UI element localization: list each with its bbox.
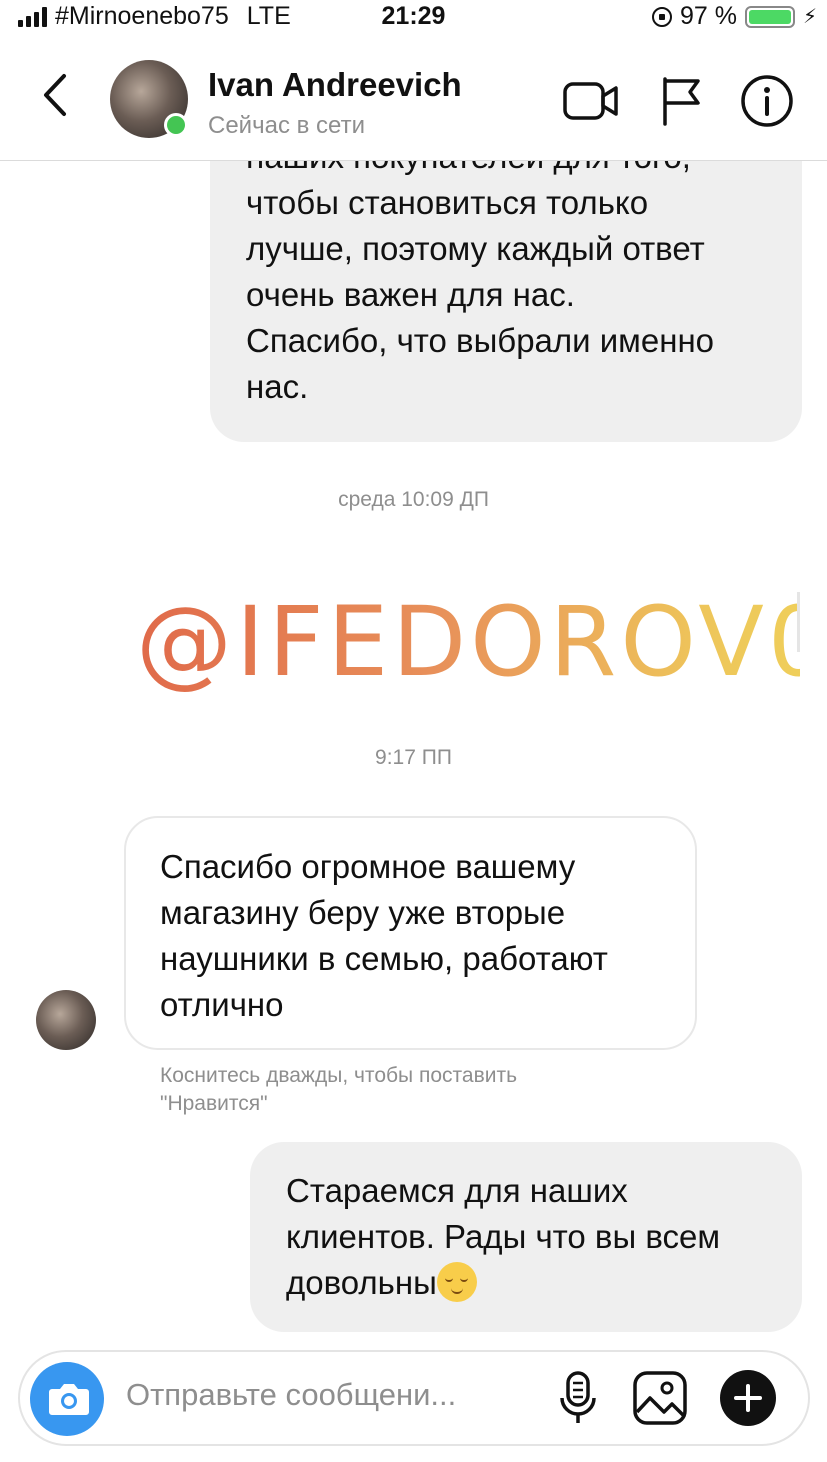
microphone-icon[interactable] [558,1370,598,1426]
sender-avatar[interactable] [36,990,96,1050]
video-call-icon[interactable] [562,80,620,122]
back-arrow-icon[interactable] [36,70,74,120]
flag-icon[interactable] [660,76,702,126]
online-indicator [164,113,188,137]
status-right: 97 % ⚡ [651,2,817,31]
gallery-icon[interactable] [632,1370,688,1426]
timestamp: среда 10:09 ДП [338,488,489,511]
message-line: чтобы становиться только [246,184,649,221]
message-line-last: довольны [286,1260,782,1306]
outgoing-message[interactable]: Стараемся для наших клиентов. Рады что в… [250,1142,802,1332]
charging-icon: ⚡ [802,6,817,28]
incoming-message[interactable]: Спасибо огромное вашему магазину беру уж… [124,816,697,1050]
camera-icon [49,1384,89,1415]
message-line: очень важен для нас. [246,276,575,313]
info-icon[interactable] [740,74,794,128]
camera-button[interactable] [30,1362,104,1436]
message-composer [18,1350,810,1446]
relieved-face-emoji-icon [436,1262,477,1302]
message-line: отлично [160,986,284,1023]
contact-status: Сейчас в сети [208,112,365,139]
orientation-lock-icon [651,6,672,27]
contact-name[interactable]: Ivan Andreevich [208,66,462,104]
double-tap-like-hint: Коснитесь дважды, чтобы поставить "Нрави… [160,1064,518,1115]
message-line: Стараемся для наших [286,1172,628,1209]
message-line: Спасибо, что выбрали именно [246,322,715,359]
message-line: магазину беру уже вторые [160,894,566,931]
message-line-text: довольны [286,1264,437,1301]
message-input[interactable] [124,1376,548,1414]
message-line: клиентов. Рады что вы всем [286,1218,721,1255]
add-button[interactable] [720,1370,776,1426]
message-line: нас. [246,368,309,405]
message-line: Спасибо огромное вашему [160,848,576,885]
plus-icon [734,1384,762,1412]
message-line: лучше, поэтому каждый ответ [246,230,705,267]
battery-icon [744,5,795,28]
status-bar: #Mirnoenebo75 LTE 21:29 97 % ⚡ [0,0,827,30]
shared-story-image[interactable]: @IFEDOROV04 [122,582,800,702]
timestamp: 9:17 ПП [375,746,452,769]
battery-percent: 97 % [679,2,737,30]
chat-header: Ivan Andreevich Сейчас в сети [0,30,827,161]
story-handle-text: @IFEDOROV04 [136,586,800,698]
story-edge [797,592,800,652]
message-line: наушники в семью, работают [160,940,608,977]
